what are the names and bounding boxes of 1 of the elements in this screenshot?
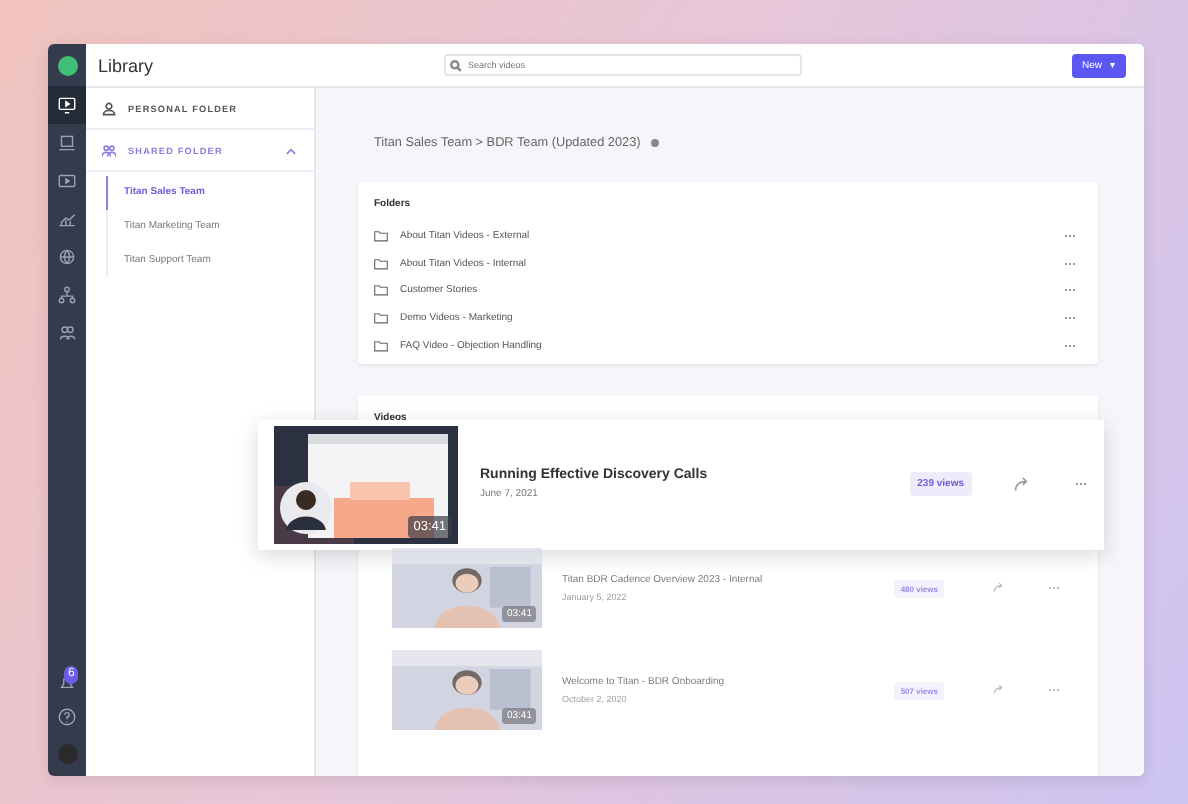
window-title: Library — [98, 55, 156, 75]
